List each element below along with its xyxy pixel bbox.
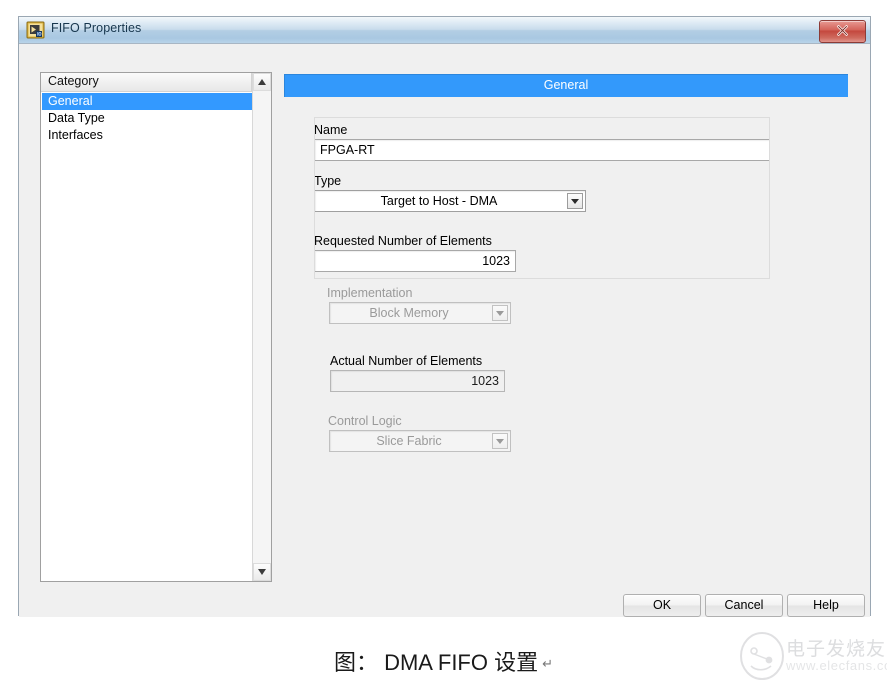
sidebar-item-label: Interfaces [48, 128, 103, 142]
actual-elements-label: Actual Number of Elements [330, 354, 483, 368]
sidebar-item-general[interactable]: General [42, 93, 258, 110]
dialog-body: Category General Data Type Interfaces Ge… [19, 44, 870, 617]
title-bar[interactable]: IO FIFO Properties [19, 17, 870, 44]
category-list[interactable]: Category General Data Type Interfaces [40, 72, 272, 582]
sidebar-item-interfaces[interactable]: Interfaces [42, 127, 258, 144]
fifo-properties-dialog: IO FIFO Properties Category General Data… [18, 16, 871, 617]
category-list-header: Category [41, 73, 252, 92]
sidebar-item-label: General [48, 94, 93, 108]
svg-text:IO: IO [37, 32, 41, 37]
control-logic-dropdown: Slice Fabric [329, 430, 511, 452]
implementation-groupbox [314, 117, 770, 279]
category-list-scrollbar[interactable] [252, 73, 271, 581]
window-title: FIFO Properties [51, 21, 142, 35]
figure-caption: 图： DMA FIFO 设置 ↵ [0, 645, 887, 677]
control-logic-dropdown-value: Slice Fabric [376, 434, 442, 448]
scroll-up-icon[interactable] [253, 73, 271, 91]
implementation-label: Implementation [327, 286, 413, 300]
cancel-button[interactable]: Cancel [705, 594, 783, 617]
figure-caption-text: 图： DMA FIFO 设置 [333, 650, 539, 675]
section-header: General [284, 74, 848, 97]
paragraph-mark: ↵ [542, 656, 554, 671]
sidebar-item-label: Data Type [48, 111, 105, 125]
control-logic-label: Control Logic [328, 414, 402, 428]
implementation-dropdown: Block Memory [329, 302, 511, 324]
content-pane: General Name Type Target to Host - DMA R… [284, 74, 854, 574]
help-button[interactable]: Help [787, 594, 865, 617]
implementation-dropdown-value: Block Memory [369, 306, 449, 320]
sidebar-item-data-type[interactable]: Data Type [42, 110, 258, 127]
chevron-down-icon [492, 305, 508, 321]
scroll-down-icon[interactable] [253, 563, 271, 581]
close-icon[interactable] [819, 20, 866, 43]
labview-fifo-icon: IO [26, 21, 45, 39]
chevron-down-icon [492, 433, 508, 449]
actual-elements-input [330, 370, 505, 392]
ok-button[interactable]: OK [623, 594, 701, 617]
